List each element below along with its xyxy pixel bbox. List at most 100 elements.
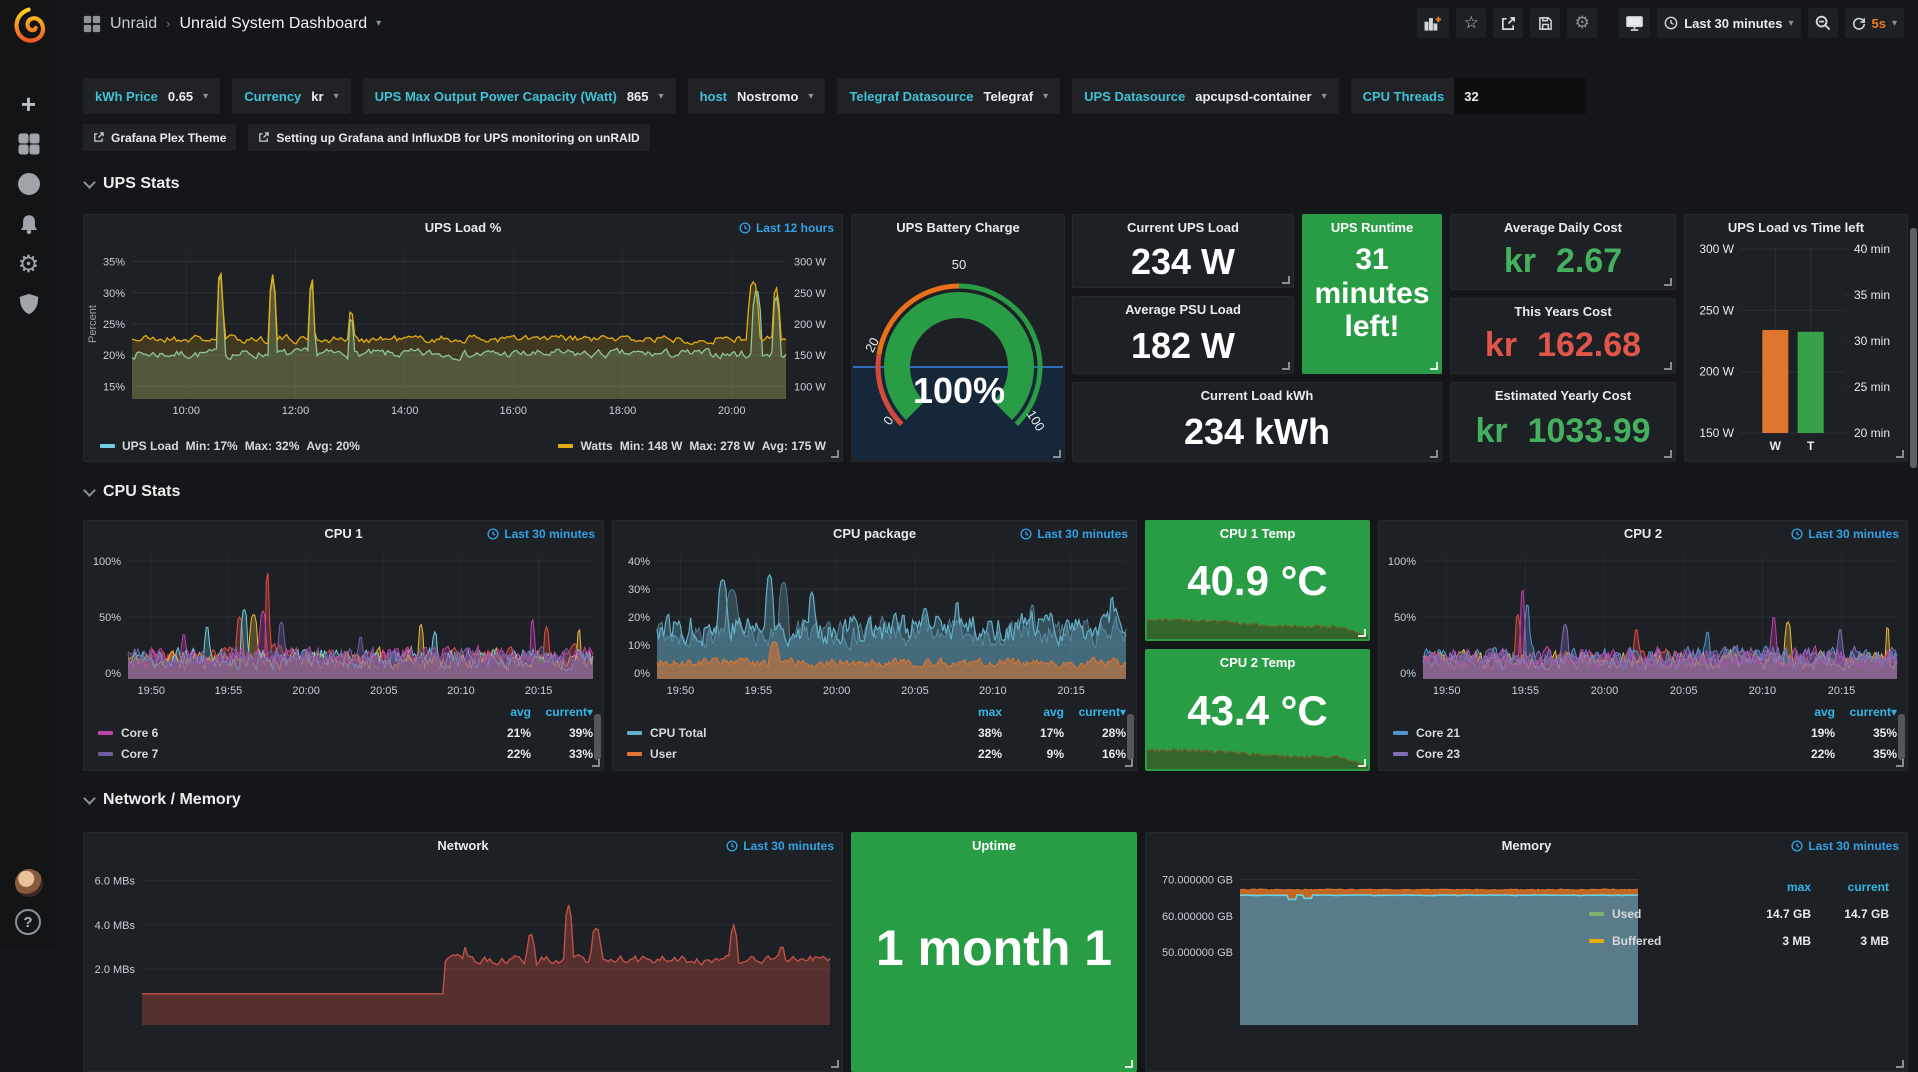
legend-col-current[interactable]: current xyxy=(1811,880,1889,894)
panel-title[interactable]: Average PSU Load xyxy=(1073,302,1293,317)
legend-row-buffered[interactable]: Buffered3 MB3 MB xyxy=(1589,927,1889,954)
variable-currency[interactable]: Currencykr▾ xyxy=(232,78,350,114)
legend-row-cpu-total[interactable]: CPU Total38%17%28% xyxy=(627,722,1126,743)
svg-text:10%: 10% xyxy=(628,640,650,652)
panel-title[interactable]: Current UPS Load xyxy=(1073,220,1293,235)
legend-row-user[interactable]: User22%9%16% xyxy=(627,743,1126,764)
star-dashboard-button[interactable]: ☆ xyxy=(1456,8,1486,38)
cpu1-chart[interactable]: 100%50%0%19:5019:5520:0020:0520:1020:15 xyxy=(84,547,603,699)
panel-title[interactable]: UPS Load % xyxy=(84,220,842,235)
panel-title[interactable]: This Years Cost xyxy=(1451,304,1675,319)
variable-cpu-threads[interactable]: CPU Threads32 xyxy=(1351,78,1587,114)
legend-col-current[interactable]: current▾ xyxy=(531,705,593,719)
panel-title[interactable]: Estimated Yearly Cost xyxy=(1451,388,1675,403)
page-scrollbar-thumb[interactable] xyxy=(1910,228,1917,468)
legend-swatch xyxy=(627,731,642,735)
legend-row-core23[interactable]: Core 2322%35% xyxy=(1393,743,1897,764)
breadcrumb-dashboard-title[interactable]: Unraid System Dashboard xyxy=(179,15,367,33)
memory-chart[interactable]: 70.000000 GB60.000000 GB50.000000 GB xyxy=(1146,867,1646,1027)
svg-text:0%: 0% xyxy=(1400,668,1416,680)
panel-time-override[interactable]: Last 30 minutes xyxy=(1020,527,1128,541)
zoom-out-button[interactable] xyxy=(1808,8,1838,38)
stat-value: 40.9 °C xyxy=(1146,557,1369,605)
cpu-threads-input[interactable]: 32 xyxy=(1454,78,1586,114)
configuration-gear-icon[interactable]: ⚙ xyxy=(0,244,57,284)
panel-title[interactable]: Current Load kWh xyxy=(1073,388,1441,403)
panel-this-years-cost: This Years Cost kr162.68 xyxy=(1450,298,1676,374)
sidebar: + ⚙ ? xyxy=(0,0,57,947)
legend-swatch xyxy=(1589,912,1604,916)
dashboards-icon[interactable] xyxy=(0,124,57,164)
variable-telegraf-datasource[interactable]: Telegraf DatasourceTelegraf▾ xyxy=(837,78,1060,114)
clock-icon xyxy=(726,840,738,852)
ups-bars-svg: 300 W250 W200 W150 W40 min35 min30 min25… xyxy=(1685,215,1907,461)
variable-host[interactable]: hostNostromo▾ xyxy=(688,78,826,114)
panel-uptime: Uptime 1 month 1 xyxy=(851,832,1137,1072)
variable-kwh-price[interactable]: kWh Price0.65▾ xyxy=(83,78,220,114)
legend-item-watts[interactable]: Watts Min: 148 W Max: 278 W Avg: 175 W xyxy=(558,439,826,453)
legend-scrollbar[interactable] xyxy=(594,714,601,760)
panel-title[interactable]: CPU 1 Temp xyxy=(1146,526,1369,541)
cycle-view-monitor-button[interactable] xyxy=(1619,8,1650,38)
legend-row-core21[interactable]: Core 2119%35% xyxy=(1393,722,1897,743)
legend-item-ups-load[interactable]: UPS Load Min: 17% Max: 32% Avg: 20% xyxy=(100,439,360,453)
variable-ups-datasource[interactable]: UPS Datasourceapcupsd-container▾ xyxy=(1072,78,1338,114)
ups-load-chart[interactable]: 35%30%25%20%15%300 W250 W200 W150 W100 W… xyxy=(84,241,842,421)
network-chart[interactable]: 6.0 MBs4.0 MBs2.0 MBs xyxy=(84,867,842,1027)
legend-scrollbar[interactable] xyxy=(1898,714,1905,760)
svg-text:20:05: 20:05 xyxy=(370,685,398,697)
svg-text:14:00: 14:00 xyxy=(391,405,419,417)
time-range-label: Last 30 minutes xyxy=(1684,16,1782,31)
legend-col-current[interactable]: current▾ xyxy=(1835,705,1897,719)
link-ups-monitoring-guide[interactable]: Setting up Grafana and InfluxDB for UPS … xyxy=(248,124,649,151)
svg-text:Percent: Percent xyxy=(87,305,99,343)
add-panel-button[interactable] xyxy=(1417,8,1449,38)
user-avatar[interactable] xyxy=(15,869,43,897)
legend-col-max[interactable]: max xyxy=(940,705,1002,719)
legend-col-avg[interactable]: avg xyxy=(469,705,531,719)
cpu-package-chart[interactable]: 40%30%20%10%0%19:5019:5520:0020:0520:102… xyxy=(613,547,1136,699)
panel-time-override[interactable]: Last 12 hours xyxy=(739,221,834,235)
help-icon[interactable]: ? xyxy=(15,909,41,935)
section-network-memory[interactable]: Network / Memory xyxy=(85,791,241,809)
legend-col-avg[interactable]: avg xyxy=(1773,705,1835,719)
legend-row-used[interactable]: Used14.7 GB14.7 GB xyxy=(1589,900,1889,927)
panel-title[interactable]: Average Daily Cost xyxy=(1451,220,1675,235)
legend-col-avg[interactable]: avg xyxy=(1002,705,1064,719)
svg-text:15%: 15% xyxy=(103,382,125,394)
panel-title[interactable]: Uptime xyxy=(852,838,1136,853)
variable-ups-max-output[interactable]: UPS Max Output Power Capacity (Watt)865▾ xyxy=(363,78,676,114)
cpu2-chart[interactable]: 100%50%0%19:5019:5520:0020:0520:1020:15 xyxy=(1379,547,1907,699)
link-grafana-plex-theme[interactable]: Grafana Plex Theme xyxy=(83,124,236,151)
dashboard-settings-button[interactable]: ⚙ xyxy=(1567,8,1597,38)
net-svg: 6.0 MBs4.0 MBs2.0 MBs xyxy=(84,867,842,1027)
create-plus-icon[interactable]: + xyxy=(0,84,57,124)
section-cpu-stats[interactable]: CPU Stats xyxy=(85,483,180,501)
legend-col-current[interactable]: current▾ xyxy=(1064,705,1126,719)
refresh-picker[interactable]: 5s ▾ xyxy=(1845,8,1905,38)
svg-text:12:00: 12:00 xyxy=(282,405,310,417)
dashboard-dropdown-caret[interactable]: ▾ xyxy=(376,18,381,29)
panel-time-override[interactable]: Last 30 minutes xyxy=(487,527,595,541)
panel-time-override[interactable]: Last 30 minutes xyxy=(1791,839,1899,853)
explore-compass-icon[interactable] xyxy=(0,164,57,204)
server-admin-shield-icon[interactable] xyxy=(0,284,57,324)
panel-title[interactable]: CPU 2 Temp xyxy=(1146,655,1369,670)
time-range-picker[interactable]: Last 30 minutes ▾ xyxy=(1657,8,1800,38)
legend-col-max[interactable]: max xyxy=(1733,880,1811,894)
breadcrumb-app[interactable]: Unraid xyxy=(110,15,157,33)
section-ups-stats[interactable]: UPS Stats xyxy=(85,175,179,193)
legend-swatch xyxy=(98,731,113,735)
svg-text:200 W: 200 W xyxy=(794,319,826,331)
legend-scrollbar[interactable] xyxy=(1127,714,1134,760)
stat-value: kr162.68 xyxy=(1451,326,1675,365)
grafana-logo-icon[interactable] xyxy=(9,6,47,44)
legend-row-core7[interactable]: Core 722%33% xyxy=(98,743,593,764)
panel-time-override[interactable]: Last 30 minutes xyxy=(1791,527,1899,541)
alerting-bell-icon[interactable] xyxy=(0,204,57,244)
panel-title[interactable]: UPS Runtime xyxy=(1303,220,1441,235)
save-dashboard-button[interactable] xyxy=(1530,8,1560,38)
share-dashboard-button[interactable] xyxy=(1493,8,1523,38)
legend-row-core6[interactable]: Core 621%39% xyxy=(98,722,593,743)
panel-time-override[interactable]: Last 30 minutes xyxy=(726,839,834,853)
